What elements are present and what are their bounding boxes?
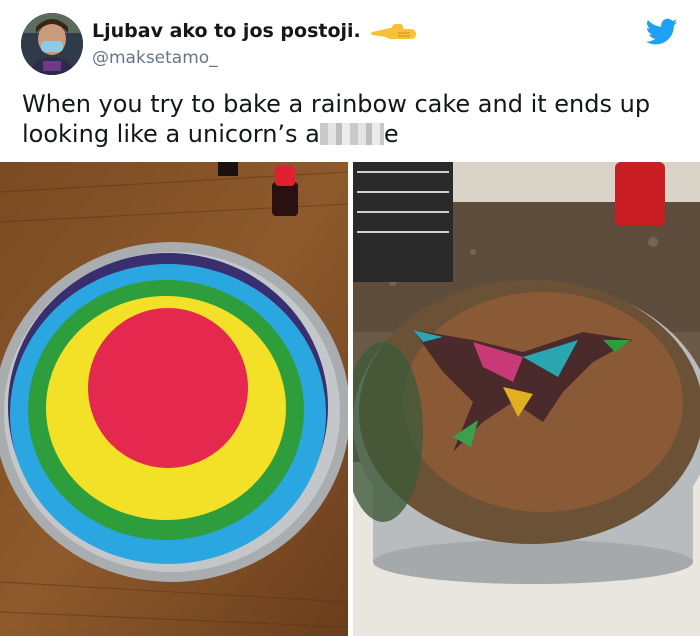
tweet-text-line1: When you try to bake a rainbow cake and …	[22, 90, 651, 118]
tweet-text-line2-end: e	[383, 120, 399, 148]
baked-cake-image	[353, 162, 700, 636]
photo-baked-cake[interactable]	[353, 162, 700, 636]
tweet-text: When you try to bake a rainbow cake and …	[22, 89, 682, 149]
profile-avatar-icon	[21, 13, 83, 75]
censor-blur	[319, 123, 384, 145]
user-handle[interactable]: @maksetamo_	[92, 48, 218, 68]
twitter-bird-icon[interactable]	[646, 18, 678, 46]
tweet-header: Ljubav ako to jos postoji. @maksetamo_ W…	[0, 0, 700, 160]
tweet-text-line2-start: looking like a unicorn’s a	[22, 120, 320, 148]
display-name[interactable]: Ljubav ako to jos postoji.	[92, 20, 361, 42]
photo-rainbow-batter[interactable]	[0, 162, 348, 636]
backhand-pointing-left-icon	[371, 24, 416, 39]
avatar[interactable]	[21, 13, 83, 75]
rainbow-batter-image	[0, 162, 348, 636]
